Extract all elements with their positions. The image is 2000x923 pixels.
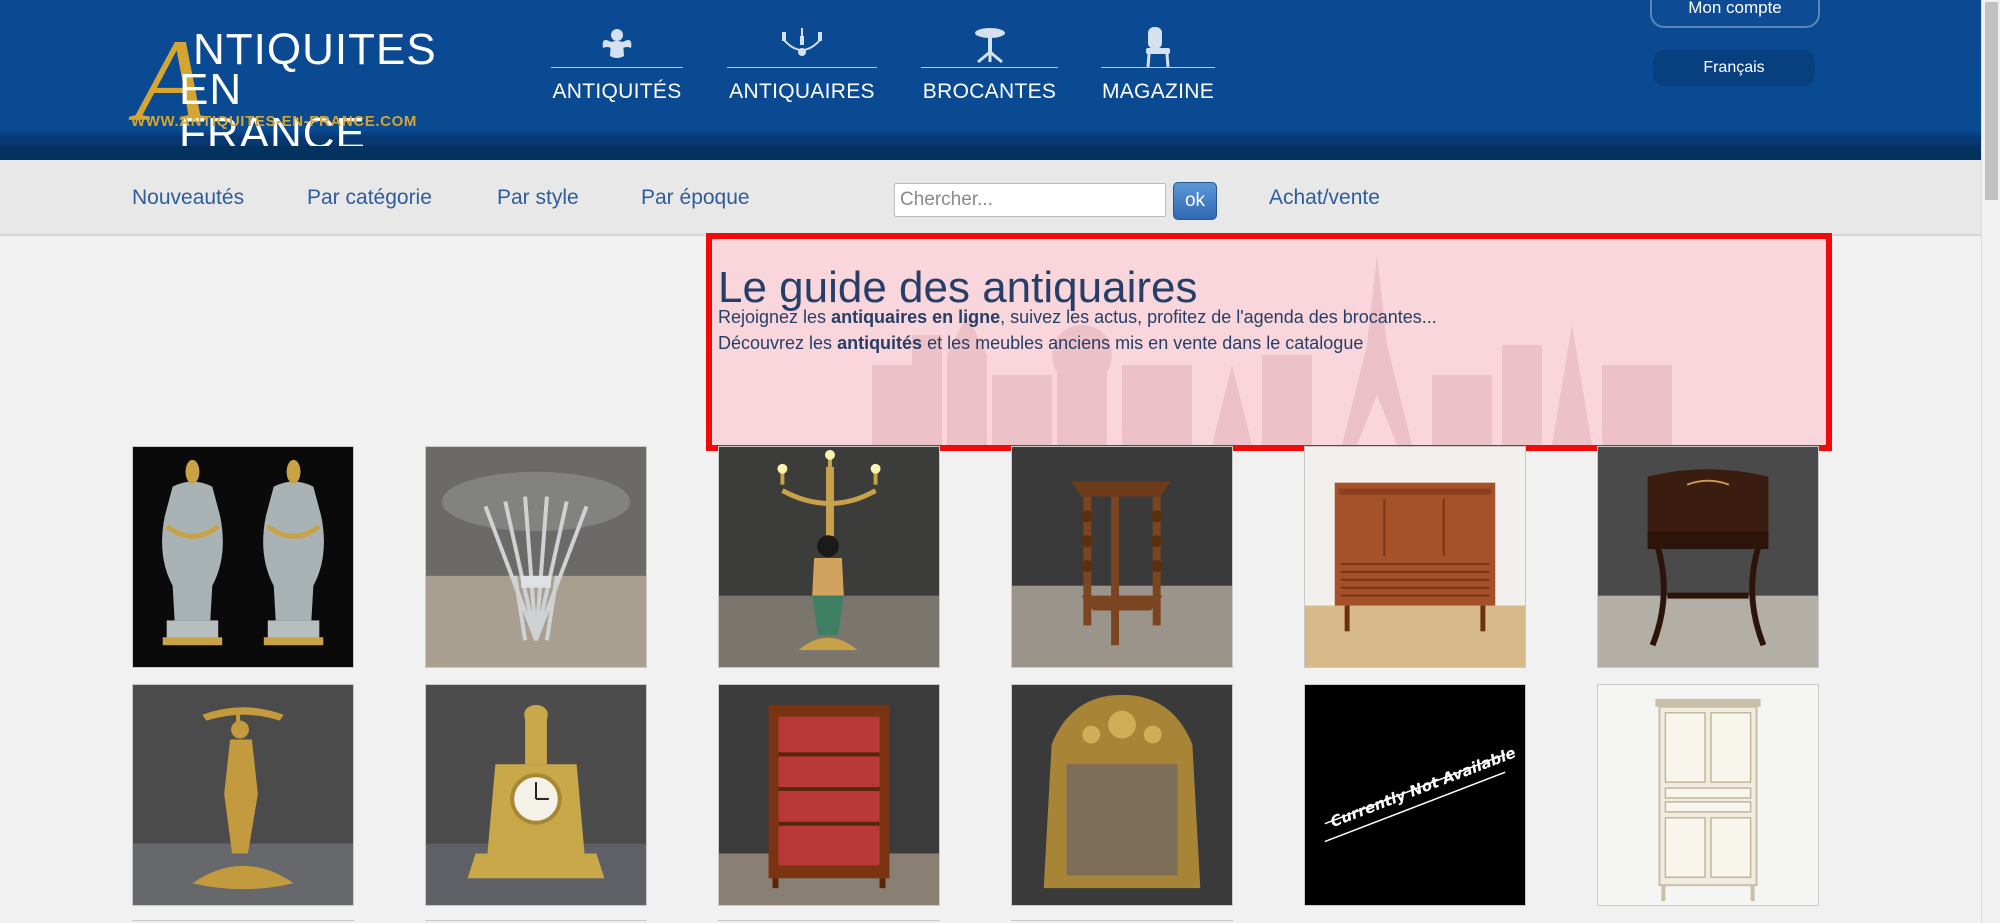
glass-vitrine-image [719, 685, 939, 905]
hero-text-line-2: Découvrez les antiquités et les meubles … [718, 333, 1364, 353]
language-selector[interactable]: Français [1653, 50, 1815, 86]
site-logo[interactable]: A NTIQUITES EN FRANCE WWW.ANTIQUITES-EN-… [131, 22, 436, 156]
product-card[interactable] [1304, 446, 1526, 668]
nav-brocantes[interactable]: BROCANTES [921, 24, 1058, 114]
cherub-icon [602, 29, 632, 58]
writing-table-image [1598, 447, 1818, 667]
nav-label: BROCANTES [922, 80, 1057, 103]
sub-nav: Nouveautés Par catégorie Par style Par é… [0, 160, 1981, 236]
chandelier-icon [782, 28, 822, 56]
nav-antiquites[interactable]: ANTIQUITÉS [551, 24, 683, 114]
chair-icon [1146, 27, 1170, 68]
product-card[interactable] [132, 684, 354, 906]
product-card[interactable] [718, 446, 940, 668]
product-card[interactable] [425, 684, 647, 906]
wheat-sheaf-table-image [426, 447, 646, 667]
nav-label: MAGAZINE [1101, 80, 1215, 103]
subnav-par-categorie[interactable]: Par catégorie [307, 186, 432, 210]
antiquites-link[interactable]: antiquités [837, 333, 922, 353]
product-card[interactable]: Currently Not Available [1304, 684, 1526, 906]
product-card[interactable] [1011, 684, 1233, 906]
subnav-achat-vente[interactable]: Achat/vente [1269, 186, 1380, 210]
my-account-button[interactable]: Mon compte [1650, 0, 1820, 28]
scrollbar-thumb[interactable] [1985, 2, 1998, 200]
product-card[interactable] [425, 446, 647, 668]
search-input[interactable] [894, 183, 1166, 217]
product-grid: Currently Not Available [132, 446, 1822, 923]
hero-banner: Le guide des antiquaires Rejoignez les a… [706, 233, 1832, 451]
logo-line-2: EN FRANCE [179, 65, 366, 158]
gilt-mirror-image [1012, 685, 1232, 905]
product-card[interactable] [718, 684, 940, 906]
search-submit-button[interactable]: ok [1173, 182, 1217, 220]
pedestal-table-icon [974, 28, 1005, 64]
nav-antiquaires[interactable]: ANTIQUAIRES [727, 24, 877, 114]
product-card[interactable] [1011, 446, 1233, 668]
nav-magazine[interactable]: MAGAZINE [1101, 24, 1215, 114]
subnav-par-style[interactable]: Par style [497, 186, 579, 210]
turned-side-table-image [1012, 447, 1232, 667]
logo-url: WWW.ANTIQUITES-EN-FRANCE.COM [131, 113, 417, 130]
site-header: A NTIQUITES EN FRANCE WWW.ANTIQUITES-EN-… [0, 0, 1981, 160]
hero-text-line-1: Rejoignez les antiquaires en ligne, suiv… [718, 307, 1437, 327]
page-scrollbar[interactable] [1981, 0, 2000, 923]
blackamoor-candelabra-image [719, 447, 939, 667]
nav-label: ANTIQUITÉS [552, 80, 682, 103]
product-card[interactable] [1597, 684, 1819, 906]
gilt-bronze-clock-image [426, 685, 646, 905]
antiquaires-en-ligne-link[interactable]: antiquaires en ligne [831, 307, 1000, 327]
product-card[interactable] [1597, 446, 1819, 668]
marble-urns-image [133, 447, 353, 667]
subnav-par-epoque[interactable]: Par époque [641, 186, 750, 210]
subnav-nouveautes[interactable]: Nouveautés [132, 186, 244, 210]
white-cabinet-image [1598, 685, 1818, 905]
nav-label: ANTIQUAIRES [729, 80, 875, 103]
product-card[interactable] [132, 446, 354, 668]
teak-sideboard-image [1305, 447, 1525, 667]
bronze-figure-image [133, 685, 353, 905]
hero-title: Le guide des antiquaires [718, 263, 1198, 312]
